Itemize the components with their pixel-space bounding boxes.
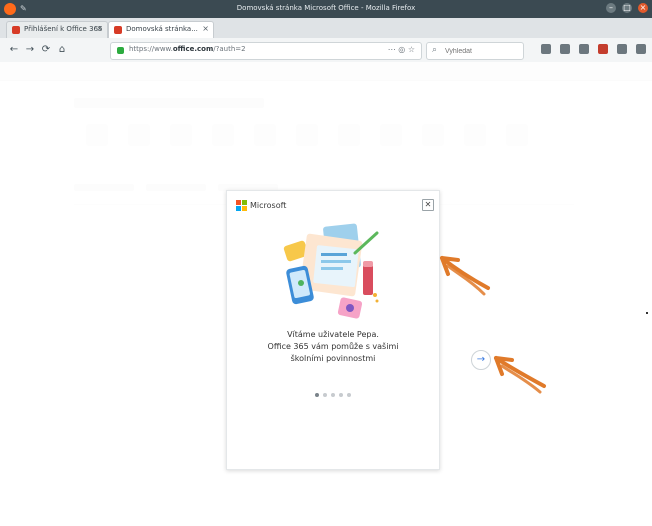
- minimize-button[interactable]: –: [606, 3, 616, 13]
- tab-label: Přihlášení k Office 365 | © ×: [24, 25, 102, 33]
- more-icon[interactable]: ⋯: [388, 45, 396, 54]
- window-title: Domovská stránka Microsoft Office - Mozi…: [236, 4, 416, 12]
- brand-label: Microsoft: [250, 200, 287, 210]
- microsoft-logo-icon: [236, 200, 247, 211]
- welcome-message: Vítáme uživatele Pepa. Office 365 vám po…: [245, 329, 421, 365]
- toolbar-icons: [541, 44, 646, 54]
- account-icon[interactable]: [617, 44, 627, 54]
- menu-icon[interactable]: [636, 44, 646, 54]
- welcome-line: Vítáme uživatele Pepa.: [287, 330, 379, 339]
- annotation-arrow-icon: [494, 356, 546, 394]
- forward-icon[interactable]: →: [24, 44, 36, 56]
- close-tab-icon[interactable]: ×: [96, 24, 103, 33]
- tab-home[interactable]: Domovská stránka... ×: [108, 21, 214, 38]
- browser-window: ✎ Domovská stránka Microsoft Office - Mo…: [0, 0, 652, 526]
- welcome-illustration: [283, 223, 379, 319]
- annotation-arrow-icon: [440, 256, 490, 296]
- address-actions: ⋯ ◎ ☆: [388, 45, 415, 54]
- welcome-line: školními povinnostmi: [290, 354, 376, 363]
- arrow-right-icon[interactable]: →: [471, 350, 491, 370]
- close-tab-icon[interactable]: ×: [202, 24, 209, 33]
- window-controls: – □ ×: [606, 3, 648, 13]
- lock-icon: [117, 47, 124, 54]
- tab-office365[interactable]: Přihlášení k Office 365 | © × ×: [6, 21, 108, 38]
- maximize-button[interactable]: □: [622, 3, 632, 13]
- reload-icon[interactable]: ⟳: [40, 44, 52, 56]
- close-window-button[interactable]: ×: [638, 3, 648, 13]
- microsoft-brand: Microsoft: [236, 200, 287, 211]
- search-input[interactable]: [443, 45, 523, 57]
- page-dot[interactable]: [315, 393, 319, 397]
- page-edge-marker: [646, 312, 648, 314]
- star-icon[interactable]: ☆: [408, 45, 415, 54]
- search-bar[interactable]: ⌕: [426, 42, 524, 60]
- library-icon[interactable]: [560, 44, 570, 54]
- close-icon[interactable]: ✕: [422, 199, 434, 211]
- navigation-bar: ← → ⟳ ⌂ https://www.office.com/?auth=2 ⋯…: [0, 38, 652, 63]
- sidebar-icon[interactable]: [579, 44, 589, 54]
- page-dot[interactable]: [347, 393, 351, 397]
- shield-icon[interactable]: ◎: [398, 45, 405, 54]
- page-dot[interactable]: [339, 393, 343, 397]
- extension-icon[interactable]: [598, 44, 608, 54]
- downloads-icon[interactable]: [541, 44, 551, 54]
- search-icon: ⌕: [432, 45, 438, 55]
- pagination-dots: [227, 393, 439, 397]
- address-bar[interactable]: https://www.office.com/?auth=2 ⋯ ◎ ☆: [110, 42, 422, 60]
- welcome-dialog: Microsoft ✕ Vítáme uživatele Pepa. Offic…: [226, 190, 440, 470]
- tab-label: Domovská stránka...: [126, 25, 198, 33]
- page-dot[interactable]: [331, 393, 335, 397]
- welcome-line: Office 365 vám pomůže s vašimi: [267, 342, 399, 351]
- office-favicon: [12, 26, 20, 34]
- tab-strip: Přihlášení k Office 365 | © × × Domovská…: [0, 18, 652, 50]
- page-dot[interactable]: [323, 393, 327, 397]
- title-bar: ✎ Domovská stránka Microsoft Office - Mo…: [0, 0, 652, 18]
- home-icon[interactable]: ⌂: [56, 44, 68, 56]
- url-text: https://www.office.com/?auth=2: [129, 45, 246, 53]
- office-favicon: [114, 26, 122, 34]
- back-icon[interactable]: ←: [8, 44, 20, 56]
